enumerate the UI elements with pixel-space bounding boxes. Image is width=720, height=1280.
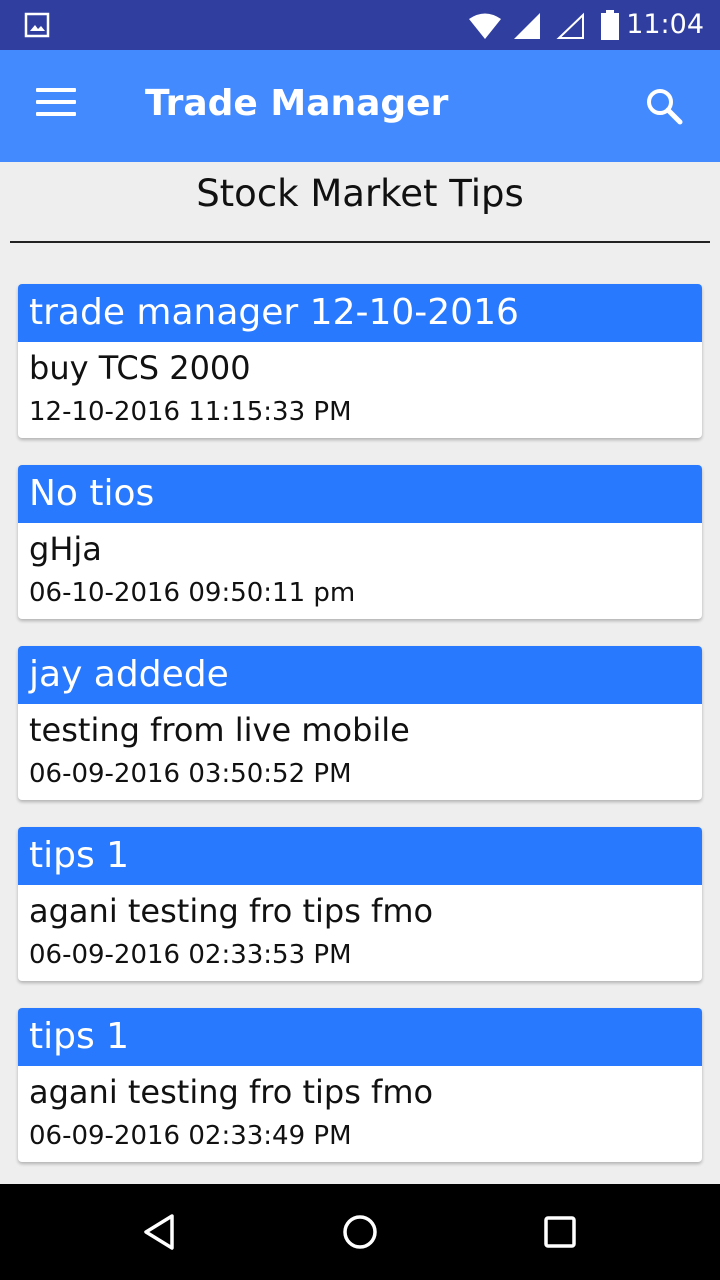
home-icon[interactable] [340, 1212, 380, 1252]
status-bar: 11:04 [0, 0, 720, 50]
tip-date: 06-09-2016 02:33:49 PM [29, 1121, 352, 1151]
tip-card[interactable]: jay addede testing from live mobile 06-0… [18, 646, 702, 800]
tip-title: jay addede [18, 646, 702, 704]
tip-date: 06-09-2016 02:33:53 PM [29, 940, 352, 970]
tip-body: agani testing fro tips fmo [29, 892, 434, 930]
tip-card[interactable]: No tios gHja 06-10-2016 09:50:11 pm [18, 465, 702, 619]
tip-body: buy TCS 2000 [29, 349, 251, 387]
status-clock: 11:04 [626, 9, 704, 40]
tip-card[interactable]: tips 1 agani testing fro tips fmo 06-09-… [18, 827, 702, 981]
title-divider [10, 241, 710, 243]
tip-title: No tios [18, 465, 702, 523]
tip-card[interactable]: trade manager 12-10-2016 buy TCS 2000 12… [18, 284, 702, 438]
tip-title: tips 1 [18, 827, 702, 885]
tips-list: trade manager 12-10-2016 buy TCS 2000 12… [18, 284, 702, 1189]
tip-date: 06-09-2016 03:50:52 PM [29, 759, 352, 789]
back-icon[interactable] [140, 1212, 180, 1252]
tip-title: trade manager 12-10-2016 [18, 284, 702, 342]
image-icon [24, 12, 50, 38]
hamburger-menu-icon[interactable] [36, 88, 76, 124]
navigation-bar [0, 1184, 720, 1280]
page-title: Stock Market Tips [196, 172, 524, 215]
battery-icon [601, 10, 619, 40]
tip-card[interactable]: tips 1 agani testing fro tips fmo 06-09-… [18, 1008, 702, 1162]
tip-date: 06-10-2016 09:50:11 pm [29, 578, 356, 608]
wifi-icon [469, 13, 501, 39]
tip-title: tips 1 [18, 1008, 702, 1066]
tip-body: gHja [29, 530, 102, 568]
recents-icon[interactable] [540, 1212, 580, 1252]
signal-icon [514, 13, 540, 39]
search-icon[interactable] [640, 82, 688, 130]
app-title: Trade Manager [145, 83, 449, 124]
tip-date: 12-10-2016 11:15:33 PM [29, 397, 352, 427]
signal-empty-icon [556, 12, 584, 39]
tip-body: agani testing fro tips fmo [29, 1073, 434, 1111]
app-bar: Trade Manager [0, 50, 720, 162]
tip-body: testing from live mobile [29, 711, 410, 749]
